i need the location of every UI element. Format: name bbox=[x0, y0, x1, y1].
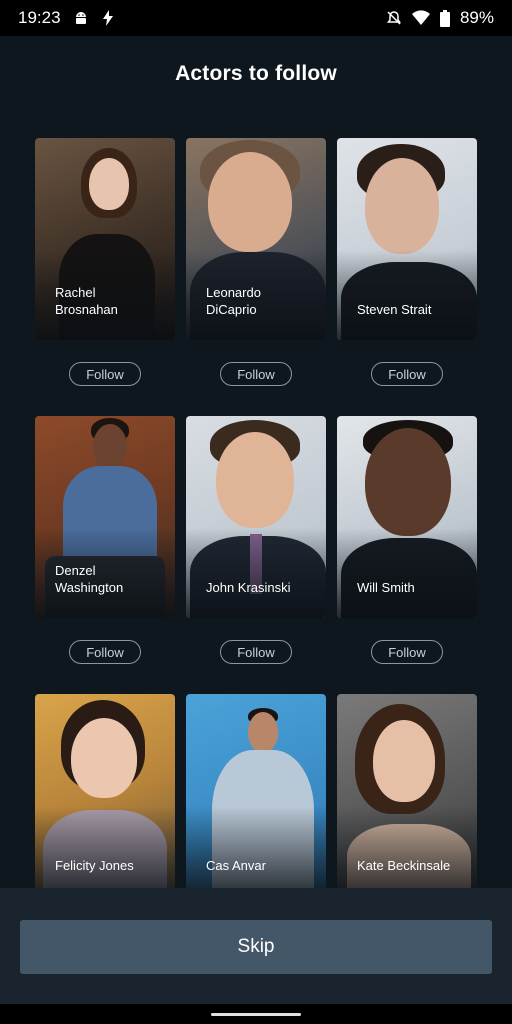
follow-button[interactable]: Follow bbox=[371, 362, 443, 386]
actor-name: Felicity Jones bbox=[55, 858, 134, 873]
actor-name: Cas Anvar bbox=[206, 858, 266, 873]
actor-name: Will Smith bbox=[357, 580, 415, 595]
actor-card-felicity-jones[interactable]: Felicity Jones bbox=[35, 694, 175, 896]
actor-name: John Krasinski bbox=[206, 580, 291, 595]
actor-card-will-smith[interactable]: Will Smith bbox=[337, 416, 477, 618]
screen: 19:23 89% Actors to follow Rachel Brosna… bbox=[0, 0, 512, 1024]
actor-card-steven-strait[interactable]: Steven Strait bbox=[337, 138, 477, 340]
skip-button[interactable]: Skip bbox=[20, 920, 492, 974]
actor-card-kate-beckinsale[interactable]: Kate Beckinsale bbox=[337, 694, 477, 896]
actor-card-john-krasinski[interactable]: John Krasinski bbox=[186, 416, 326, 618]
actor-name: Leonardo DiCaprio bbox=[206, 285, 261, 317]
follow-button[interactable]: Follow bbox=[69, 640, 141, 664]
follow-button[interactable]: Follow bbox=[69, 362, 141, 386]
follow-button[interactable]: Follow bbox=[371, 640, 443, 664]
actor-name: Steven Strait bbox=[357, 302, 432, 317]
actor-card-cas-anvar[interactable]: Cas Anvar bbox=[186, 694, 326, 896]
actor-card-denzel-washington[interactable]: Denzel Washington bbox=[35, 416, 175, 618]
home-indicator[interactable] bbox=[211, 1013, 301, 1016]
actor-grid: Rachel Brosnahan Follow Leonardo DiCapri… bbox=[0, 0, 512, 1024]
follow-button[interactable]: Follow bbox=[220, 640, 292, 664]
actor-card-rachel-brosnahan[interactable]: Rachel Brosnahan bbox=[35, 138, 175, 340]
actor-card-leonardo-dicaprio[interactable]: Leonardo DiCaprio bbox=[186, 138, 326, 340]
follow-button[interactable]: Follow bbox=[220, 362, 292, 386]
actor-name: Kate Beckinsale bbox=[357, 858, 451, 873]
actor-name: Denzel Washington bbox=[55, 563, 124, 595]
actor-name: Rachel Brosnahan bbox=[55, 285, 118, 317]
